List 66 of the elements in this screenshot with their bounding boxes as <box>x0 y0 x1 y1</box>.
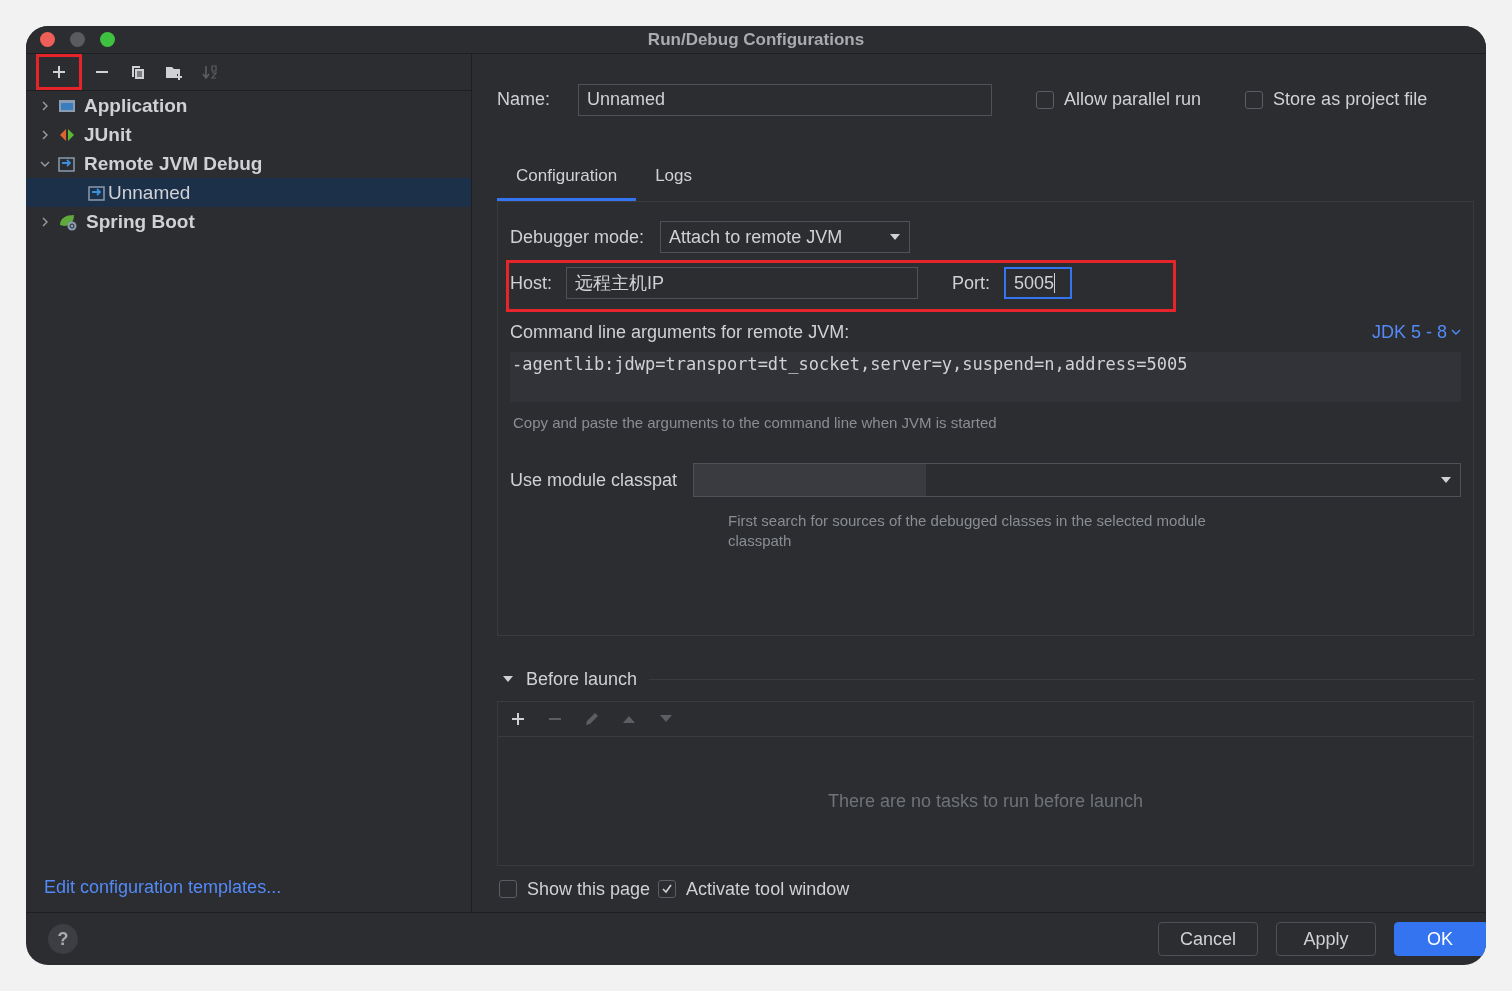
empty-message: There are no tasks to run before launch <box>826 789 1145 813</box>
remote-debug-icon <box>58 155 76 172</box>
spring-boot-icon <box>58 212 78 231</box>
pencil-icon <box>583 711 600 728</box>
hint-text: First search for sources of the debugged classes in the selected module classpath <box>727 511 1207 552</box>
checkbox-label: Store as project file <box>1273 89 1428 111</box>
section-title: Before launch <box>526 668 638 690</box>
hint-text: Copy and paste the arguments to the command line when JVM is started <box>512 413 998 434</box>
port-label: Port: <box>952 272 991 294</box>
check-icon <box>661 883 674 896</box>
tree-label: Unnamed <box>108 181 191 204</box>
copy-icon <box>130 64 146 80</box>
plus-icon <box>51 64 67 80</box>
command-line-label: Command line arguments for remote JVM: <box>510 321 850 343</box>
chevron-icon[interactable] <box>40 216 50 227</box>
debugger-mode-label: Debugger mode: <box>510 226 645 248</box>
tree-label: JUnit <box>84 123 132 146</box>
host-field[interactable]: 远程主机IP <box>566 267 918 300</box>
dialog-button[interactable]: Cancel <box>1158 922 1258 956</box>
checkbox[interactable] <box>1036 90 1054 109</box>
window-title: Run/Debug Configurations <box>647 29 865 50</box>
tree-item[interactable]: JUnit <box>26 120 471 149</box>
up-arrow-icon <box>621 714 636 725</box>
tree-item[interactable]: Remote JVM Debug <box>26 149 471 178</box>
jdk-dropdown[interactable]: JDK 5 - 8 <box>1371 321 1461 343</box>
tree-item[interactable]: Application <box>26 91 471 120</box>
dialog-button[interactable]: Apply <box>1276 922 1376 956</box>
port-field[interactable]: 5005 <box>1004 267 1073 300</box>
window-icon <box>58 97 76 114</box>
chevron-icon <box>1451 328 1461 336</box>
close-button[interactable] <box>40 32 55 47</box>
debugger-mode-dropdown[interactable]: Attach to remote JVM <box>660 221 911 254</box>
name-field[interactable]: Unnamed <box>578 83 992 116</box>
checkbox-label: Show this page <box>527 878 651 900</box>
dropdown-arrow-icon <box>889 233 902 242</box>
zoom-button[interactable] <box>100 32 115 47</box>
checkbox[interactable] <box>499 880 517 899</box>
plus-icon <box>510 712 525 727</box>
tab[interactable]: Logs <box>636 153 711 202</box>
checkbox[interactable] <box>658 880 677 899</box>
add-button[interactable] <box>36 54 82 90</box>
module-classpath-label: Use module classpat <box>510 469 678 491</box>
minus-icon <box>547 718 562 721</box>
tree-label: Application <box>84 94 188 117</box>
minus-icon <box>95 71 109 73</box>
checkbox-label: Activate tool window <box>686 878 850 900</box>
junit-icon <box>58 126 76 143</box>
command-line-field[interactable]: -agentlib:jdwp=transport=dt_socket,server=y,suspend=n,address=5005 <box>510 352 1461 403</box>
dropdown-arrow-icon <box>1440 476 1452 485</box>
remote-debug-icon <box>88 184 106 201</box>
edit-templates-link[interactable]: Edit configuration templates... <box>26 877 471 912</box>
tree-item[interactable]: Spring Boot <box>26 207 471 236</box>
sort-icon <box>202 64 218 80</box>
chevron-icon[interactable] <box>40 100 50 111</box>
add-folder-icon <box>165 64 183 80</box>
checkbox-label: Allow parallel run <box>1064 89 1202 111</box>
chevron-icon[interactable] <box>40 129 50 140</box>
tab[interactable]: Configuration <box>497 153 637 202</box>
tree-label: Spring Boot <box>86 210 195 233</box>
dialog-button[interactable]: OK <box>1394 922 1486 956</box>
tree-label: Remote JVM Debug <box>84 152 263 175</box>
host-label: Host: <box>510 272 552 294</box>
name-label: Name: <box>497 89 550 111</box>
checkbox[interactable] <box>1245 90 1264 109</box>
help-button[interactable]: ? <box>48 924 78 954</box>
tree-item[interactable]: Unnamed <box>26 178 471 207</box>
